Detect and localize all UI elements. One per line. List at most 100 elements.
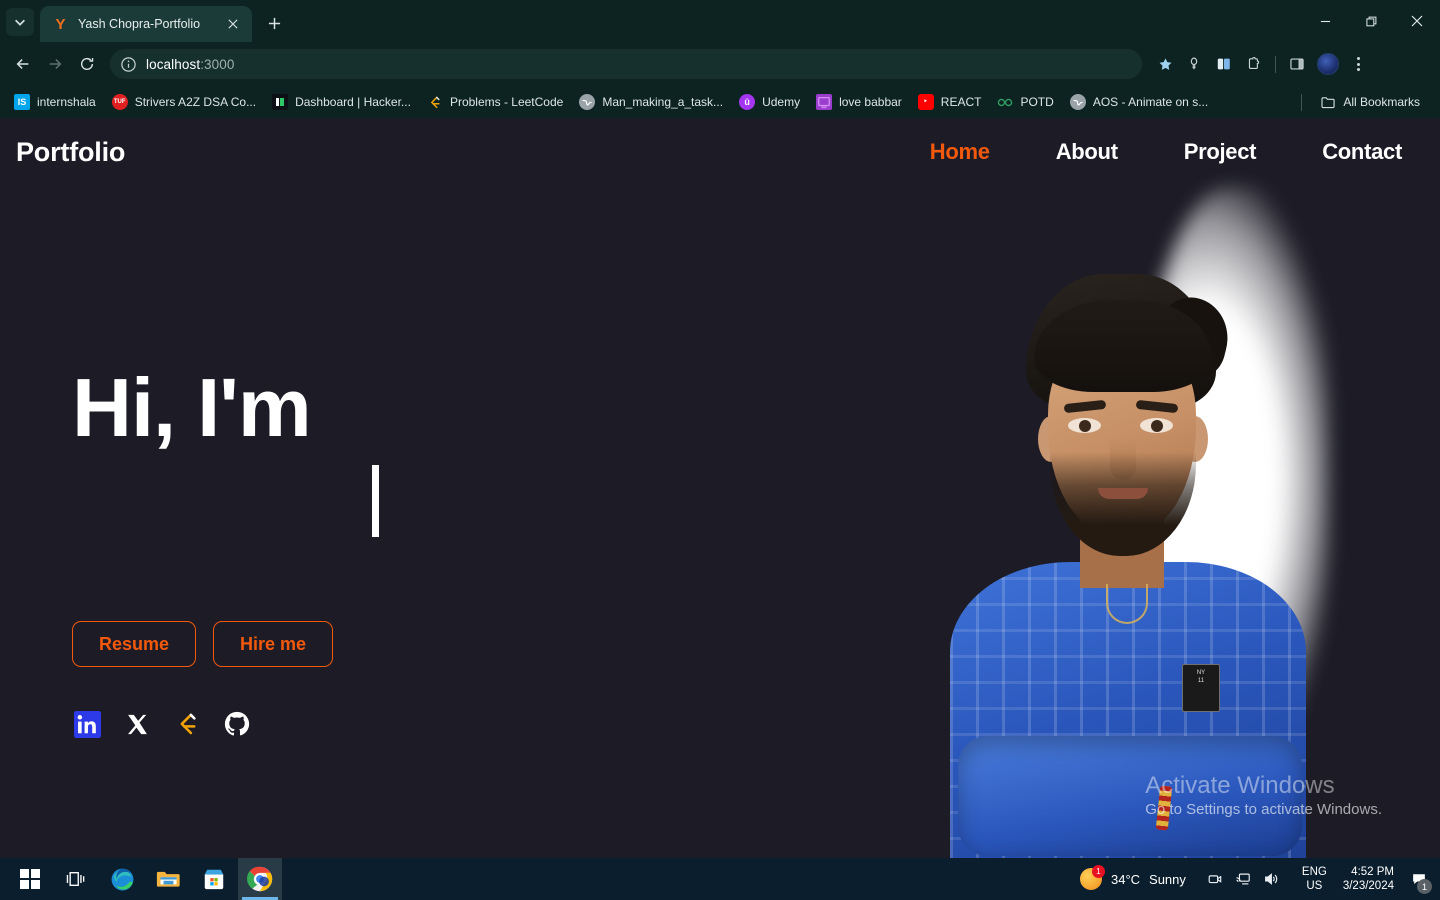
nav-link-contact[interactable]: Contact [1289,139,1412,165]
minimize-icon[interactable] [1302,0,1348,42]
tab-group-icon[interactable] [1210,50,1238,78]
tab-search-button[interactable] [6,8,34,36]
web-page-content: Portfolio Home About Project Contact Hi,… [0,118,1440,858]
bookmark-item[interactable]: Man_making_a_task... [571,90,731,114]
hero-greeting: Hi, I'm [72,361,312,454]
bookmark-item[interactable]: REACT [910,90,990,114]
taskbar-tray: 1 34°C Sunny ENG US 4:52 PM 3/23/2024 1 [1070,858,1440,900]
browser-toolbar: localhost:3000 [0,42,1440,86]
udemy-icon: û [739,94,756,110]
hire-me-button[interactable]: Hire me [213,621,334,667]
bookmark-item[interactable]: Dashboard | Hacker... [264,90,419,114]
leetcode-icon[interactable] [172,709,202,739]
bookmarks-divider [1301,93,1303,111]
nav-link-home[interactable]: Home [897,139,1023,165]
bookmark-label: Strivers A2Z DSA Co... [134,95,257,109]
display-cast-icon[interactable] [1230,866,1256,892]
file-explorer-icon[interactable] [146,858,190,900]
bookmark-star-icon[interactable] [1152,51,1178,77]
task-view-button[interactable] [54,858,98,900]
nav-links: Home About Project Contact [897,139,1412,165]
github-icon[interactable] [222,709,252,739]
weather-badge: 1 [1091,865,1105,878]
browser-tab[interactable]: Y Yash Chopra-Portfolio [40,6,252,42]
bookmark-item[interactable]: û Udemy [731,90,808,114]
restore-icon[interactable] [1348,0,1394,42]
hero-typed-line [72,449,692,553]
camera-icon[interactable] [1202,866,1228,892]
tab-title: Yash Chopra-Portfolio [78,17,201,31]
typing-caret [372,465,379,537]
bookmark-label: Dashboard | Hacker... [295,95,411,109]
weather-widget[interactable]: 1 34°C Sunny [1070,865,1196,890]
language-indicator[interactable]: ENG US [1290,865,1339,894]
start-button[interactable] [8,858,52,900]
hero-buttons: Resume Hire me [72,621,692,667]
site-brand[interactable]: Portfolio [16,137,125,168]
back-button[interactable] [8,49,38,79]
bookmark-item[interactable]: love babbar [808,90,910,114]
portrait-arms [958,736,1302,856]
weather-condition: Sunny [1149,871,1186,887]
folder-icon [1320,94,1336,110]
volume-icon[interactable] [1258,866,1284,892]
taskbar-apps [0,858,282,900]
all-bookmarks-label: All Bookmarks [1343,95,1420,109]
portrait-eye-left [1068,418,1101,433]
resume-button[interactable]: Resume [72,621,197,667]
nav-link-project[interactable]: Project [1151,139,1289,165]
site-navbar: Portfolio Home About Project Contact [0,118,1440,186]
forward-button[interactable] [40,49,70,79]
password-manager-icon[interactable] [1180,50,1208,78]
x-twitter-icon[interactable] [122,709,152,739]
portrait-shirt-patch: NY 11 [1182,664,1220,712]
sun-icon: 1 [1079,865,1105,890]
close-icon[interactable] [224,15,242,33]
bookmark-label: AOS - Animate on s... [1092,95,1209,109]
taskbar-clock[interactable]: 4:52 PM 3/23/2024 [1339,865,1404,894]
weather-temperature: 34°C [1110,871,1141,887]
info-icon[interactable] [120,56,137,73]
bookmarks-bar: IS internshala TUF Strivers A2Z DSA Co..… [0,86,1440,118]
clock-time: 4:52 PM [1351,865,1394,878]
close-icon[interactable] [1394,0,1440,42]
address-host: localhost [146,56,201,72]
microsoft-store-icon[interactable] [192,858,236,900]
bookmark-item[interactable]: POTD [989,90,1061,114]
microsoft-edge-icon[interactable] [100,858,144,900]
browser-window: Y Yash Chopra-Portfolio localhost:3000 I… [0,0,1440,900]
bookmark-label: Problems - LeetCode [449,95,564,109]
nav-link-about[interactable]: About [1023,139,1151,165]
reload-button[interactable] [72,49,102,79]
extensions-icon[interactable] [1240,50,1268,78]
side-panel-icon[interactable] [1283,50,1311,78]
toolbar-divider [1275,55,1276,73]
youtube-icon [917,94,934,110]
language-line2: US [1306,880,1323,892]
new-tab-button[interactable] [260,9,288,37]
portrait-eye-right [1140,418,1173,433]
bookmark-item[interactable]: Problems - LeetCode [419,90,571,114]
address-bar[interactable]: localhost:3000 [110,49,1142,79]
chrome-menu-icon[interactable] [1345,50,1371,78]
profile-avatar[interactable] [1317,53,1339,75]
notification-center-icon[interactable]: 1 [1404,858,1434,900]
bookmark-item[interactable]: AOS - Animate on s... [1062,90,1216,114]
linkedin-icon[interactable] [72,709,102,739]
portrait-chain [1106,584,1148,624]
bookmark-item[interactable]: TUF Strivers A2Z DSA Co... [104,90,264,114]
windows-taskbar: 1 34°C Sunny ENG US 4:52 PM 3/23/2024 1 [0,858,1440,900]
globe-icon [1069,94,1086,110]
bookmark-item[interactable]: IS internshala [6,90,104,114]
hero-section: Hi, I'm Resume Hire me NY 11 Activate Wi… [0,186,1440,858]
social-links [72,709,692,739]
bookmark-label: love babbar [839,95,902,109]
window-controls [1302,0,1440,42]
system-tray-icons [1196,866,1290,892]
takeuforward-icon: TUF [111,94,128,110]
all-bookmarks-button[interactable]: All Bookmarks [1312,90,1434,114]
google-chrome-icon[interactable] [238,858,282,900]
hackerrank-icon [272,94,289,110]
browser-titlebar: Y Yash Chopra-Portfolio [0,0,1440,42]
bookmark-label: Man_making_a_task... [602,95,724,109]
